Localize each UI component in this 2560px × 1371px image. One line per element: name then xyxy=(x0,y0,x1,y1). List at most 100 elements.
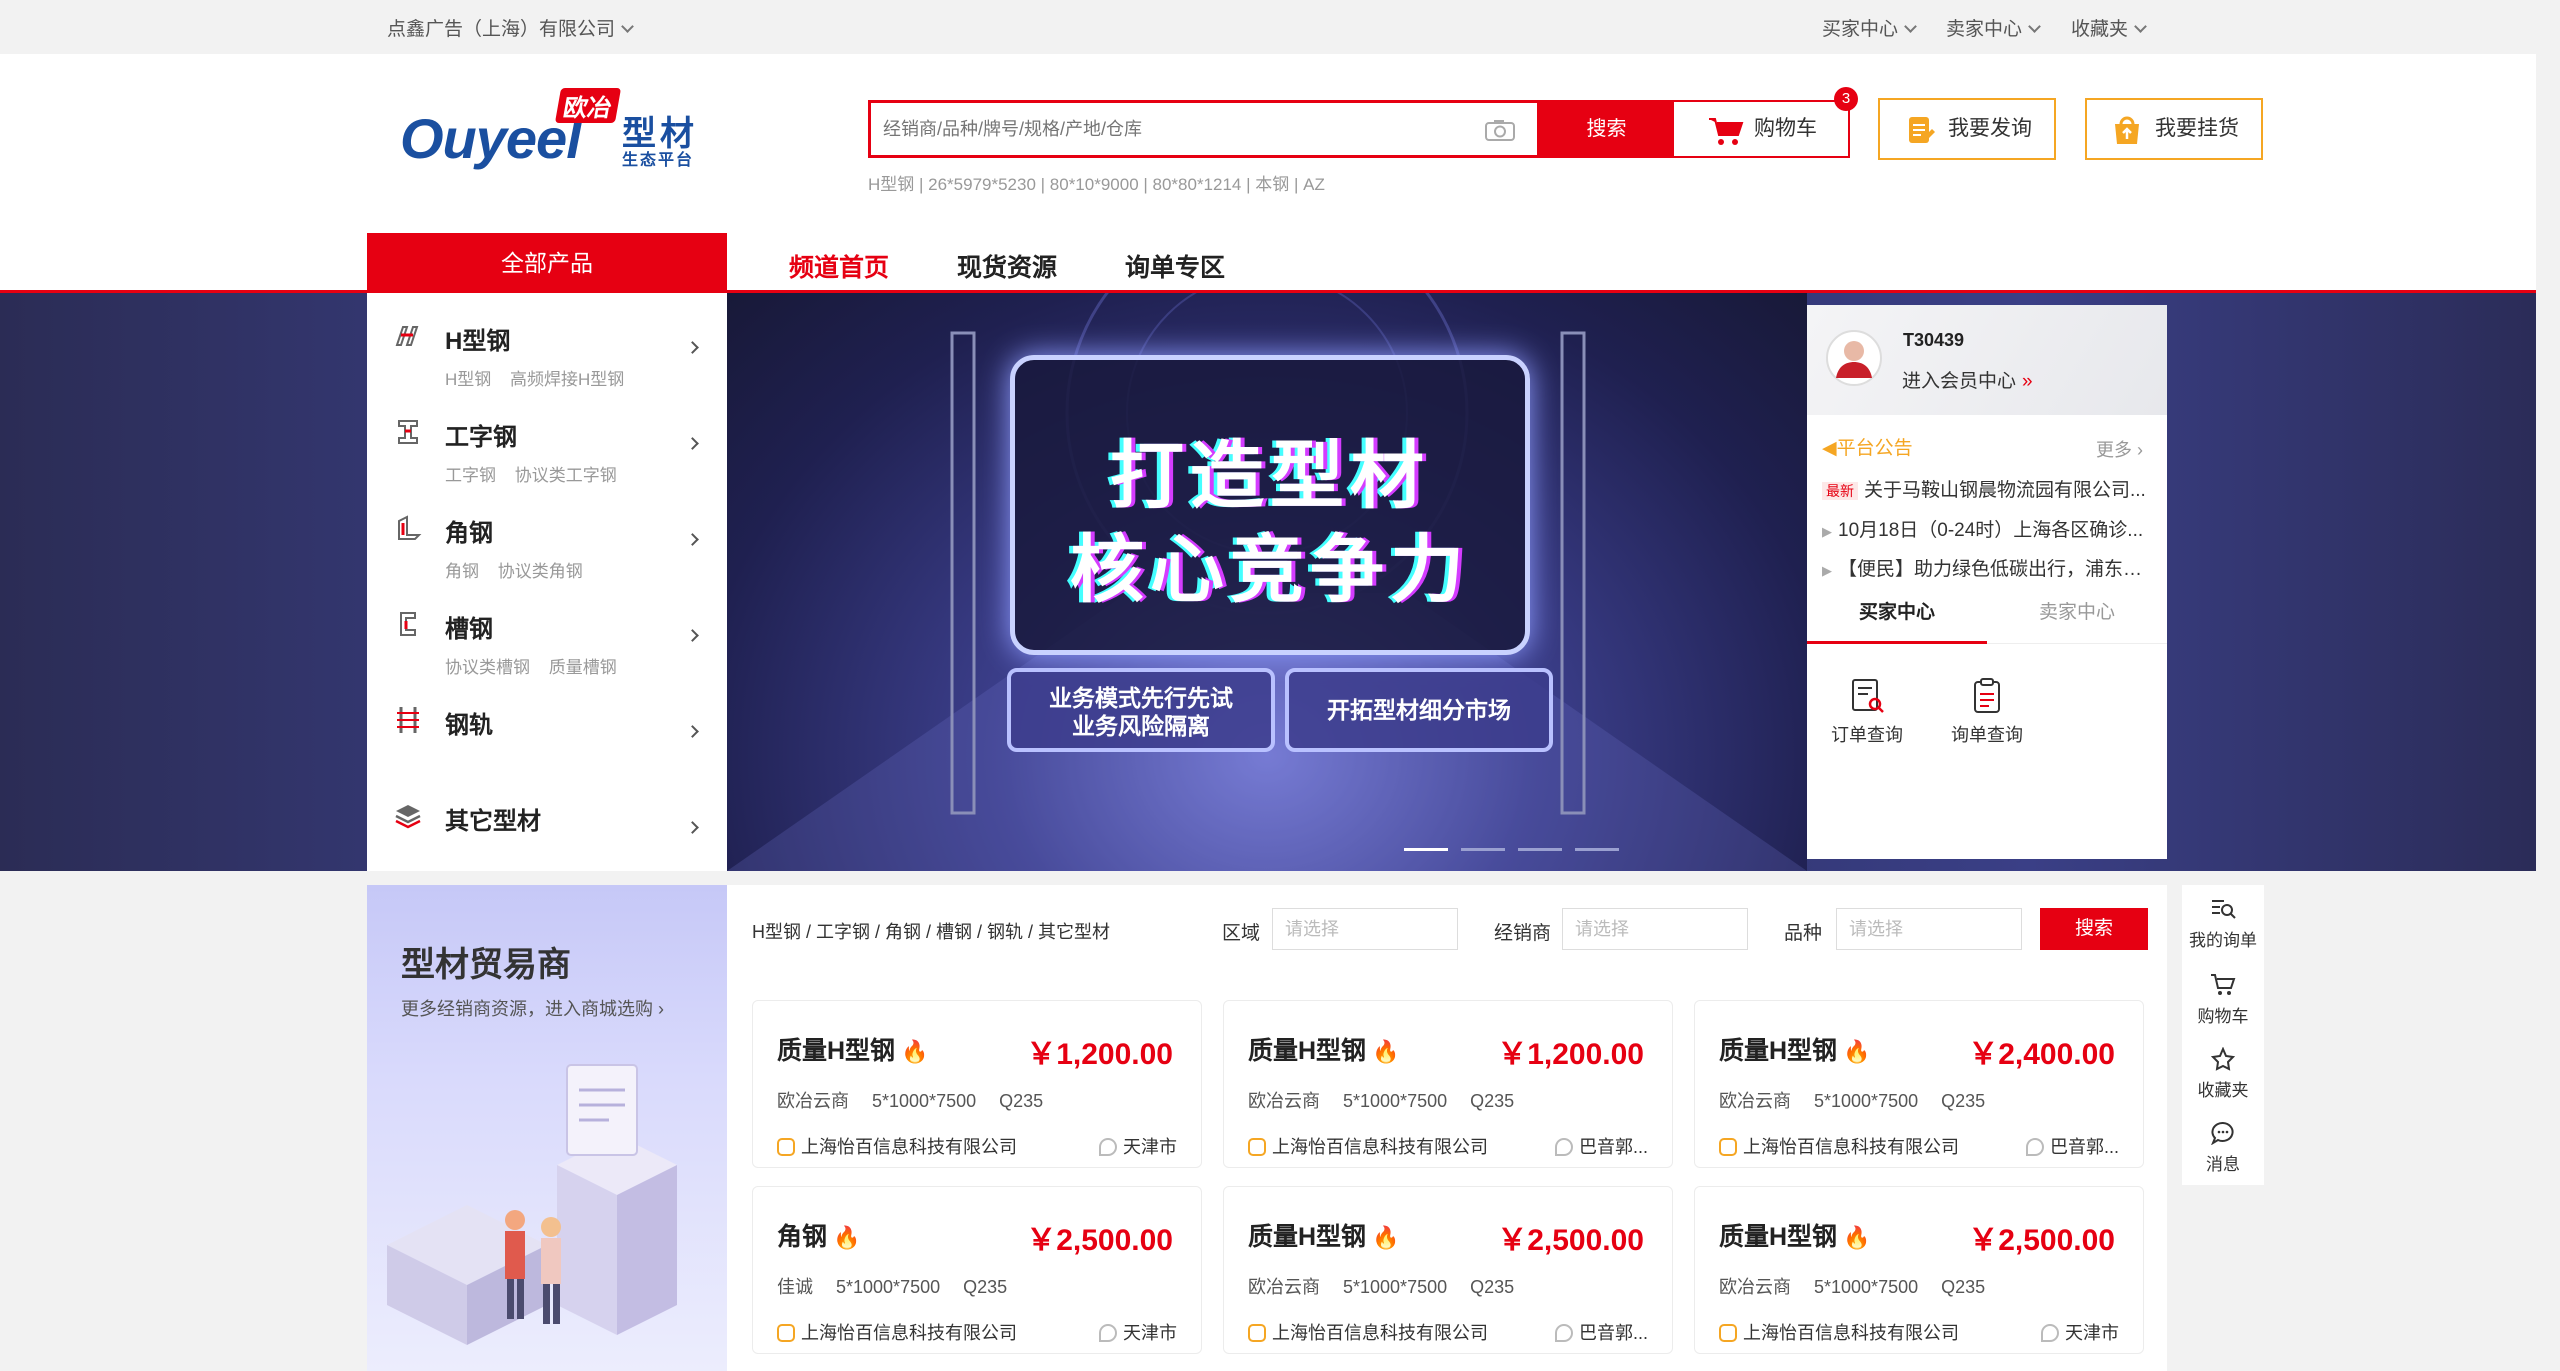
shop-icon xyxy=(1248,1324,1266,1342)
location-icon xyxy=(1554,1138,1573,1156)
company-name: 点鑫广告（上海）有限公司 xyxy=(387,19,616,40)
member-center-link[interactable]: 进入会员中心» xyxy=(1902,366,2033,393)
category-channel-steel[interactable]: 槽钢 协议类槽钢 质量槽钢 xyxy=(367,591,727,687)
chevron-right-icon xyxy=(686,725,699,738)
floating-toolbar: 我的询单 购物车 收藏夹 消息 xyxy=(2182,885,2264,1185)
product-card[interactable]: 质量H型钢 🔥 ￥2,400.00 欧冶云商 5*1000*7500 Q235 上… xyxy=(1694,1000,2144,1168)
category-breadcrumb[interactable]: H型钢 / 工字钢 / 角钢 / 槽钢 / 钢轨 / 其它型材 xyxy=(752,918,1110,944)
hot-search-words[interactable]: H型钢 | 26*5979*5230 | 80*10*9000 | 80*80*… xyxy=(868,170,1325,195)
channel-steel-icon xyxy=(400,612,416,636)
product-specs: 欧冶云商 5*1000*7500 Q235 xyxy=(1248,1277,1515,1297)
top-bar: 点鑫广告（上海）有限公司 买家中心 卖家中心 收藏夹 xyxy=(0,0,2560,54)
banner-headline-1: 打造型材 xyxy=(1110,434,1430,517)
location-icon xyxy=(2041,1324,2059,1342)
product-card[interactable]: 质量H型钢 🔥 ￥1,200.00 欧冶云商 5*1000*7500 Q235 上… xyxy=(1223,1000,1673,1168)
shop-name: 上海怡百信息科技有限公司 xyxy=(801,1323,1017,1343)
nav-spot-resources[interactable]: 现货资源 xyxy=(957,248,1057,284)
category-other-profiles[interactable]: 其它型材 xyxy=(367,783,727,879)
carousel-dot[interactable] xyxy=(1518,848,1562,851)
carousel-dot[interactable] xyxy=(1461,848,1505,851)
banner-tag-1: 业务模式先行先试 业务风险隔离 xyxy=(1007,668,1275,752)
list-goods-button[interactable]: 我要挂货 xyxy=(2085,98,2263,160)
category-name: 钢轨 xyxy=(445,712,493,739)
product-card[interactable]: 质量H型钢 🔥 ￥2,500.00 欧冶云商 5*1000*7500 Q235 上… xyxy=(1694,1186,2144,1354)
category-angle-steel[interactable]: 角钢 角钢 协议类角钢 xyxy=(367,495,727,591)
notice-more-link[interactable]: 更多 › xyxy=(2096,436,2143,462)
triangle-icon: ▶ xyxy=(1822,563,1832,578)
notice-text: 关于马鞍山钢晨物流园有限公司... xyxy=(1864,480,2146,501)
category-i-beam[interactable]: 工字钢 工字钢 协议类工字钢 xyxy=(367,399,727,495)
filter-search-button[interactable]: 搜索 xyxy=(2040,908,2148,950)
warehouse-illustration xyxy=(387,1064,677,1345)
carousel-dot-active[interactable] xyxy=(1404,848,1448,851)
product-price: ￥2,500.00 xyxy=(1968,1224,2115,1257)
tab-buyer-center[interactable]: 买家中心 xyxy=(1807,588,1987,644)
product-title: 角钢 xyxy=(777,1223,828,1251)
tab-seller-center[interactable]: 卖家中心 xyxy=(1987,588,2167,644)
shop-icon xyxy=(1719,1138,1737,1156)
category-h-beam[interactable]: H型钢 H型钢 高频焊接H型钢 xyxy=(367,303,727,399)
category-name: 角钢 xyxy=(445,520,493,547)
chevron-right-icon xyxy=(686,341,699,354)
chevron-right-icon xyxy=(686,437,699,450)
topnav-favorites[interactable]: 收藏夹 xyxy=(2071,14,2147,41)
trader-promo-banner[interactable]: 型材贸易商 更多经销商资源，进入商城选购 › xyxy=(367,885,727,1371)
topnav-label: 收藏夹 xyxy=(2071,19,2129,40)
category-sub: 工字钢 协议类工字钢 xyxy=(445,466,617,485)
category-name: 其它型材 xyxy=(445,808,541,835)
fire-icon: 🔥 xyxy=(901,1039,929,1064)
notice-item[interactable]: ▶ 10月18日（0-24时）上海各区确诊... xyxy=(1822,515,2152,542)
member-center-label: 进入会员中心 xyxy=(1902,371,2017,392)
search-button[interactable]: 搜索 xyxy=(1540,100,1673,158)
chevron-right-icon xyxy=(686,629,699,642)
category-sub: 协议类槽钢 质量槽钢 xyxy=(445,658,617,677)
float-messages[interactable]: 消息 xyxy=(2182,1121,2264,1175)
product-card[interactable]: 角钢 🔥 ￥2,500.00 佳诚 5*1000*7500 Q235 上海怡百信息… xyxy=(752,1186,1202,1354)
nav-channel-home[interactable]: 频道首页 xyxy=(789,248,889,284)
user-avatar-icon xyxy=(1836,341,1872,378)
ouyeel-logo[interactable]: Ouyeel 欧冶 型材 生态平台 xyxy=(400,86,700,170)
camera-icon[interactable] xyxy=(1485,119,1515,141)
carousel-dot[interactable] xyxy=(1575,848,1619,851)
fire-icon: 🔥 xyxy=(1843,1039,1871,1064)
topnav-label: 买家中心 xyxy=(1822,19,1899,40)
topnav-buyer-center[interactable]: 买家中心 xyxy=(1822,14,1917,41)
product-specs: 欧冶云商 5*1000*7500 Q235 xyxy=(777,1091,1044,1111)
float-cart[interactable]: 购物车 xyxy=(2182,973,2264,1027)
category-name: 工字钢 xyxy=(445,424,517,451)
search-input[interactable] xyxy=(871,103,1431,155)
notice-item[interactable]: ▶ 【便民】助力绿色低碳出行，浦东这... xyxy=(1822,554,2152,581)
dealer-select[interactable]: 请选择 xyxy=(1562,908,1748,950)
star-icon xyxy=(2210,1046,2236,1071)
company-switcher[interactable]: 点鑫广告（上海）有限公司 xyxy=(387,14,634,41)
nav-inquiry-zone[interactable]: 询单专区 xyxy=(1125,248,1225,284)
product-title: 质量H型钢 xyxy=(777,1037,896,1065)
location-icon xyxy=(1099,1324,1117,1342)
avatar[interactable] xyxy=(1826,330,1882,386)
all-products-tab[interactable]: 全部产品 xyxy=(367,233,727,293)
order-query-button[interactable]: 订单查询 xyxy=(1822,676,1912,747)
notice-item[interactable]: 最新 关于马鞍山钢晨物流园有限公司... xyxy=(1822,475,2152,502)
shop-name: 上海怡百信息科技有限公司 xyxy=(1272,1323,1488,1343)
product-card[interactable]: 质量H型钢 🔥 ￥2,500.00 欧冶云商 5*1000*7500 Q235 上… xyxy=(1223,1186,1673,1354)
send-inquiry-button[interactable]: 我要发询 xyxy=(1878,98,2056,160)
cart-button[interactable]: 购物车 xyxy=(1672,100,1850,158)
logo-brand-en: Ouyeel xyxy=(400,107,582,170)
location-icon xyxy=(1099,1138,1117,1156)
product-price: ￥2,400.00 xyxy=(1968,1038,2115,1071)
variety-select[interactable]: 请选择 xyxy=(1836,908,2022,950)
variety-label: 品种 xyxy=(1784,923,1823,944)
float-my-inquiries[interactable]: 我的询单 xyxy=(2182,897,2264,951)
double-chevron-icon: » xyxy=(2022,371,2033,392)
region-select[interactable]: 请选择 xyxy=(1272,908,1458,950)
shop-icon xyxy=(1248,1138,1266,1156)
product-specs: 欧冶云商 5*1000*7500 Q235 xyxy=(1248,1091,1515,1111)
inquiry-query-button[interactable]: 询单查询 xyxy=(1942,676,2032,747)
float-favorites[interactable]: 收藏夹 xyxy=(2182,1046,2264,1101)
topnav-seller-center[interactable]: 卖家中心 xyxy=(1946,14,2041,41)
product-title: 质量H型钢 xyxy=(1248,1037,1367,1065)
notice-more-label: 更多 xyxy=(2096,440,2132,460)
product-title: 质量H型钢 xyxy=(1719,1037,1838,1065)
category-rail[interactable]: 钢轨 xyxy=(367,687,727,783)
product-card[interactable]: 质量H型钢 🔥 ￥1,200.00 欧冶云商 5*1000*7500 Q235 上… xyxy=(752,1000,1202,1168)
